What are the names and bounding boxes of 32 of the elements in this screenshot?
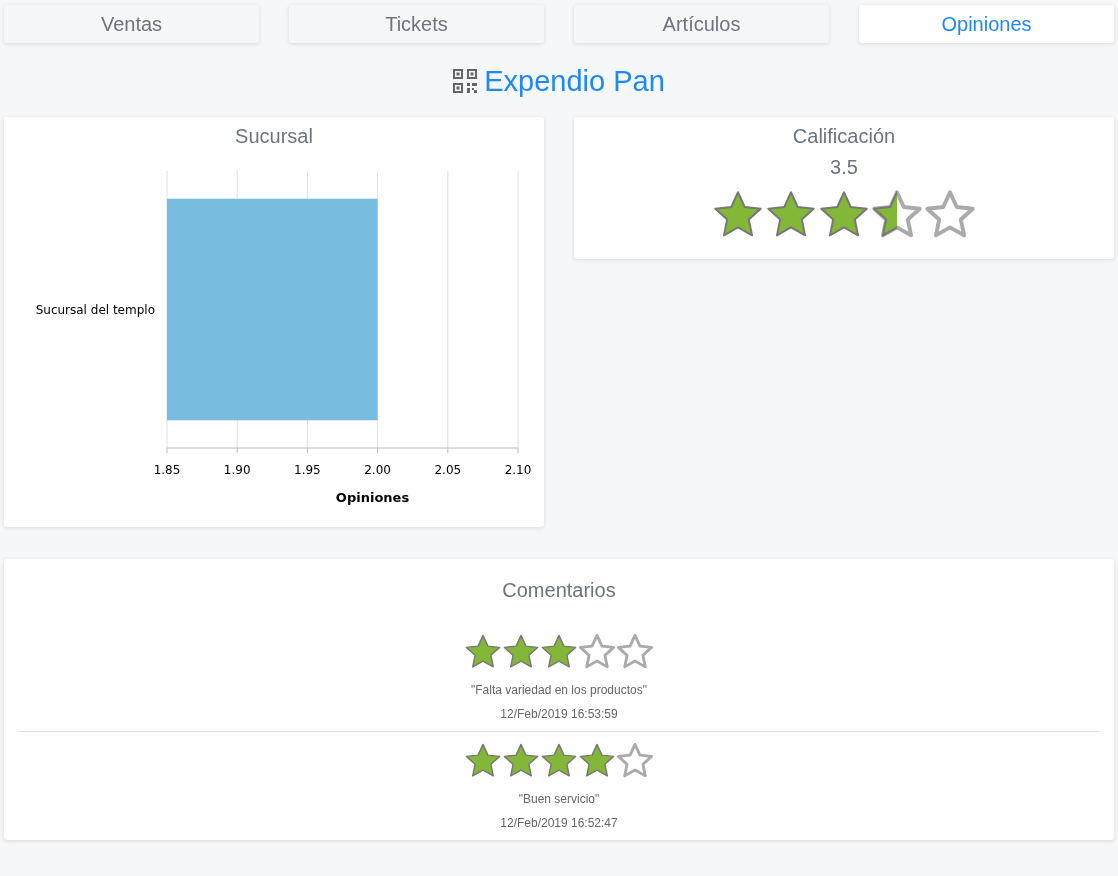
tab[interactable]: Artículos — [574, 5, 829, 43]
section-title: Comentarios — [501, 578, 617, 603]
star-icon — [578, 633, 616, 671]
tab[interactable]: Ventas — [4, 5, 259, 43]
tick-label: 1.95 — [294, 463, 321, 477]
star-icon — [540, 742, 578, 780]
comment-text: "Falta variedad en los productos" — [470, 683, 648, 697]
star-icon — [540, 633, 578, 671]
star-icon — [616, 633, 654, 671]
comment-date: 12/Feb/2019 16:53:59 — [499, 707, 619, 721]
chart-title: Sucursal — [234, 124, 314, 149]
comment-date: 12/Feb/2019 16:52:47 — [499, 816, 619, 830]
axis-title: Opiniones — [335, 490, 410, 505]
tick-label: 2.00 — [364, 463, 391, 477]
star-icon — [616, 742, 654, 780]
star-icon — [502, 633, 540, 671]
category-label: Sucursal del templo — [35, 302, 155, 317]
rating-value: 3.5 — [829, 156, 859, 179]
tab[interactable]: Opiniones — [859, 5, 1114, 43]
tick-label: 2.10 — [504, 463, 532, 477]
tick-label: 1.90 — [223, 463, 251, 477]
star-icon — [464, 633, 502, 671]
card-title: Calificación — [791, 124, 897, 148]
tick-label: 2.05 — [434, 463, 462, 477]
comment-text: "Buen servicio" — [517, 792, 601, 806]
star-icon — [578, 742, 616, 780]
page-title: Expendio Pan — [484, 64, 665, 98]
qr-code-icon — [453, 69, 478, 93]
star-icon — [502, 742, 540, 780]
tick-label: 1.85 — [153, 463, 181, 477]
star-icon — [464, 742, 502, 780]
tab[interactable]: Tickets — [289, 5, 544, 43]
